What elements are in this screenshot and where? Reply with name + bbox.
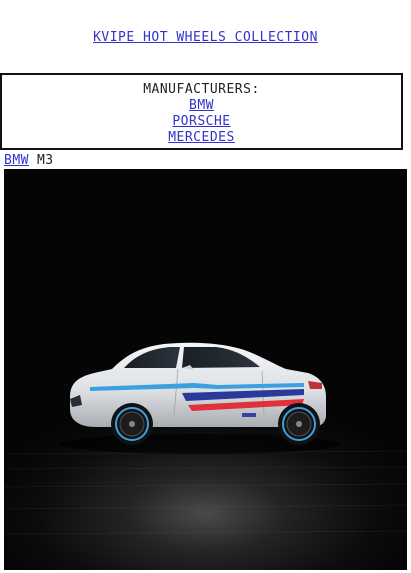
manufacturer-item: MERCEDES: [2, 130, 401, 146]
breadcrumb-model: M3: [36, 153, 54, 168]
breadcrumb-manufacturer-link[interactable]: BMW: [4, 153, 29, 168]
car-front-wheel: [111, 403, 153, 445]
car-photo: [4, 169, 407, 570]
manufacturer-item: BMW: [2, 98, 401, 114]
manufacturer-link-bmw[interactable]: BMW: [189, 98, 214, 113]
manufacturer-link-porsche[interactable]: PORSCHE: [172, 114, 230, 129]
breadcrumb: BMW M3: [4, 153, 54, 169]
manufacturer-link-mercedes[interactable]: MERCEDES: [168, 130, 235, 145]
site-title-container: KVIPE HOT WHEELS COLLECTION: [0, 30, 411, 45]
manufacturers-list: BMW PORSCHE MERCEDES: [2, 98, 401, 146]
manufacturers-heading: MANUFACTURERS:: [143, 82, 260, 97]
car-rear-wheel: [278, 403, 320, 445]
manufacturers-panel: MANUFACTURERS: BMW PORSCHE MERCEDES: [0, 73, 403, 150]
manufacturer-item: PORSCHE: [2, 114, 401, 130]
car-photo-image: [4, 169, 407, 570]
site-title-link[interactable]: KVIPE HOT WHEELS COLLECTION: [93, 30, 318, 45]
